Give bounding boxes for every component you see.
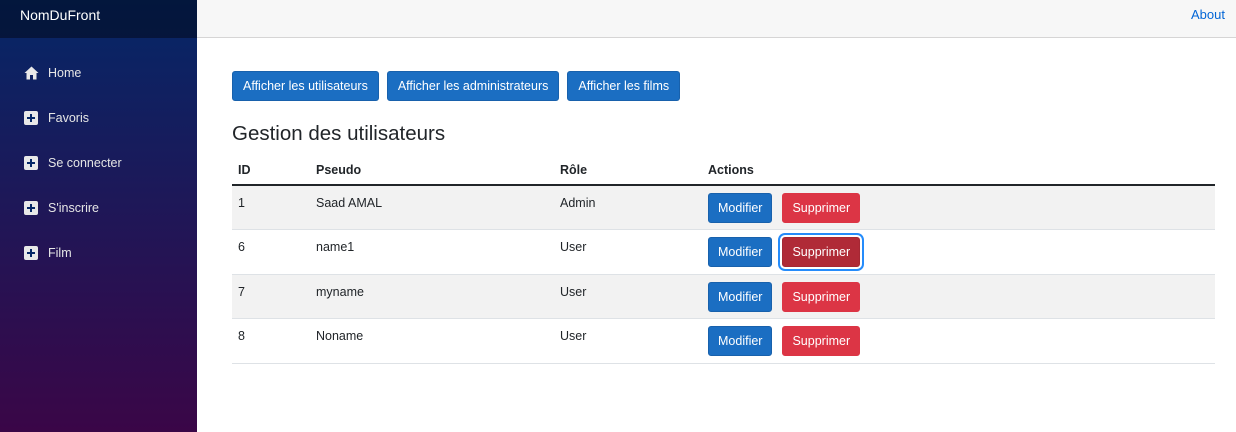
main-content: Afficher les utilisateurs Afficher les a… bbox=[232, 71, 1215, 364]
cell-id: 1 bbox=[232, 185, 310, 230]
sidebar-item-home[interactable]: Home bbox=[0, 50, 197, 95]
show-films-button[interactable]: Afficher les films bbox=[567, 71, 681, 101]
sidebar-item-label: Home bbox=[48, 65, 82, 80]
show-users-button[interactable]: Afficher les utilisateurs bbox=[232, 71, 379, 101]
table-row: 6 name1 User Modifier Supprimer bbox=[232, 229, 1215, 275]
cell-id: 6 bbox=[232, 229, 310, 275]
table-row: 7 myname User Modifier Supprimer bbox=[232, 274, 1215, 319]
cell-actions: Modifier Supprimer bbox=[702, 229, 1215, 275]
cell-pseudo: myname bbox=[310, 274, 554, 319]
edit-button[interactable]: Modifier bbox=[708, 237, 773, 267]
sidebar-item-label: S'inscrire bbox=[48, 200, 100, 215]
sidebar-item-sinscrire[interactable]: S'inscrire bbox=[0, 185, 197, 230]
cell-role: User bbox=[554, 318, 702, 364]
brand-title[interactable]: NomDuFront bbox=[0, 0, 197, 38]
header-id: ID bbox=[232, 155, 310, 186]
edit-button[interactable]: Modifier bbox=[708, 326, 773, 356]
cell-pseudo: name1 bbox=[310, 229, 554, 275]
table-row: 1 Saad AMAL Admin Modifier Supprimer bbox=[232, 185, 1215, 230]
show-admins-button[interactable]: Afficher les administrateurs bbox=[386, 71, 560, 101]
sidebar-item-se-connecter[interactable]: Se connecter bbox=[0, 140, 197, 185]
sidebar-item-label: Favoris bbox=[48, 110, 89, 125]
users-table: ID Pseudo Rôle Actions 1 Saad AMAL Admin… bbox=[232, 155, 1215, 364]
cell-id: 7 bbox=[232, 274, 310, 319]
delete-button[interactable]: Supprimer bbox=[782, 281, 861, 312]
page-title: Gestion des utilisateurs bbox=[232, 122, 446, 145]
top-bar: About bbox=[197, 0, 1236, 38]
home-icon bbox=[23, 65, 39, 81]
table-row: 8 Noname User Modifier Supprimer bbox=[232, 318, 1215, 364]
edit-button[interactable]: Modifier bbox=[708, 281, 773, 312]
sidebar-item-label: Film bbox=[48, 245, 72, 260]
sidebar-item-favoris[interactable]: Favoris bbox=[0, 95, 197, 140]
cell-actions: Modifier Supprimer bbox=[702, 318, 1215, 364]
plus-icon bbox=[23, 245, 39, 261]
cell-id: 8 bbox=[232, 318, 310, 364]
plus-icon bbox=[23, 110, 39, 126]
delete-button[interactable]: Supprimer bbox=[782, 326, 861, 356]
cell-pseudo: Noname bbox=[310, 318, 554, 364]
table-header-row: ID Pseudo Rôle Actions bbox=[232, 155, 1215, 186]
header-actions: Actions bbox=[702, 155, 1215, 186]
edit-button[interactable]: Modifier bbox=[708, 193, 773, 223]
delete-button[interactable]: Supprimer bbox=[782, 193, 861, 223]
plus-icon bbox=[23, 155, 39, 171]
view-buttons: Afficher les utilisateurs Afficher les a… bbox=[232, 71, 1215, 101]
sidebar-nav: Home Favoris Se connecter S'inscrire Fil… bbox=[0, 38, 197, 275]
cell-role: User bbox=[554, 229, 702, 275]
cell-role: User bbox=[554, 274, 702, 319]
delete-button[interactable]: Supprimer bbox=[782, 237, 861, 267]
plus-icon bbox=[23, 200, 39, 216]
cell-actions: Modifier Supprimer bbox=[702, 274, 1215, 319]
header-role: Rôle bbox=[554, 155, 702, 186]
cell-actions: Modifier Supprimer bbox=[702, 185, 1215, 230]
sidebar-item-film[interactable]: Film bbox=[0, 230, 197, 275]
cell-role: Admin bbox=[554, 185, 702, 230]
cell-pseudo: Saad AMAL bbox=[310, 185, 554, 230]
header-pseudo: Pseudo bbox=[310, 155, 554, 186]
sidebar-item-label: Se connecter bbox=[48, 155, 122, 170]
about-link[interactable]: About bbox=[1191, 7, 1225, 22]
sidebar: NomDuFront Home Favoris Se connecter S'i… bbox=[0, 0, 197, 432]
